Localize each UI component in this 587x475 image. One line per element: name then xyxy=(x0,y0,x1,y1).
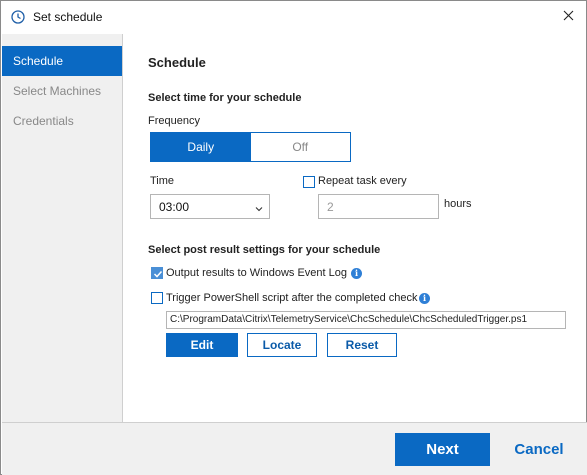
next-button[interactable]: Next xyxy=(395,433,490,466)
info-icon[interactable]: i xyxy=(419,293,430,304)
script-path-value: C:\ProgramData\Citrix\TelemetryService\C… xyxy=(170,314,528,325)
info-icon[interactable]: i xyxy=(351,268,362,279)
title-bar: Set schedule xyxy=(1,1,586,33)
trigger-script-label: Trigger PowerShell script after the comp… xyxy=(166,292,418,304)
trigger-script-checkbox[interactable] xyxy=(151,292,163,304)
dialog-window: Set schedule Schedule Select Machines Cr… xyxy=(0,0,587,475)
cancel-button[interactable]: Cancel xyxy=(504,433,574,466)
edit-button[interactable]: Edit xyxy=(166,333,238,357)
main-panel: Schedule Select time for your schedule F… xyxy=(124,34,586,422)
post-section-title: Select post result settings for your sch… xyxy=(148,244,381,256)
frequency-label: Frequency xyxy=(148,115,200,127)
script-path-field[interactable]: C:\ProgramData\Citrix\TelemetryService\C… xyxy=(166,311,566,329)
time-select-value: 03:00 xyxy=(159,200,190,214)
repeat-task-checkbox[interactable] xyxy=(303,176,315,188)
clock-icon xyxy=(11,10,25,24)
chevron-down-icon xyxy=(255,203,263,215)
frequency-toggle: Daily Off xyxy=(150,132,351,162)
close-button[interactable] xyxy=(550,1,586,33)
repeat-interval-value: 2 xyxy=(327,200,334,214)
repeat-unit-label: hours xyxy=(444,198,472,210)
sidebar-item-credentials[interactable]: Credentials xyxy=(2,106,122,136)
repeat-task-label: Repeat task every xyxy=(318,175,407,187)
reset-button[interactable]: Reset xyxy=(327,333,397,357)
time-select[interactable]: 03:00 xyxy=(150,194,270,219)
repeat-interval-input[interactable]: 2 xyxy=(318,194,439,219)
sidebar: Schedule Select Machines Credentials xyxy=(2,34,123,422)
checkmark-icon xyxy=(153,270,163,278)
frequency-daily-button[interactable]: Daily xyxy=(151,133,251,161)
locate-button[interactable]: Locate xyxy=(247,333,317,357)
window-title: Set schedule xyxy=(33,10,103,24)
close-icon xyxy=(563,10,574,24)
output-event-log-checkbox[interactable] xyxy=(151,267,163,279)
sidebar-item-schedule[interactable]: Schedule xyxy=(2,46,122,76)
output-event-log-label: Output results to Windows Event Log xyxy=(166,267,347,279)
page-title: Schedule xyxy=(148,55,206,70)
time-section-title: Select time for your schedule xyxy=(148,92,302,104)
footer: Next Cancel xyxy=(2,422,587,475)
sidebar-item-select-machines[interactable]: Select Machines xyxy=(2,76,122,106)
time-label: Time xyxy=(150,175,175,187)
frequency-off-button[interactable]: Off xyxy=(250,133,350,161)
